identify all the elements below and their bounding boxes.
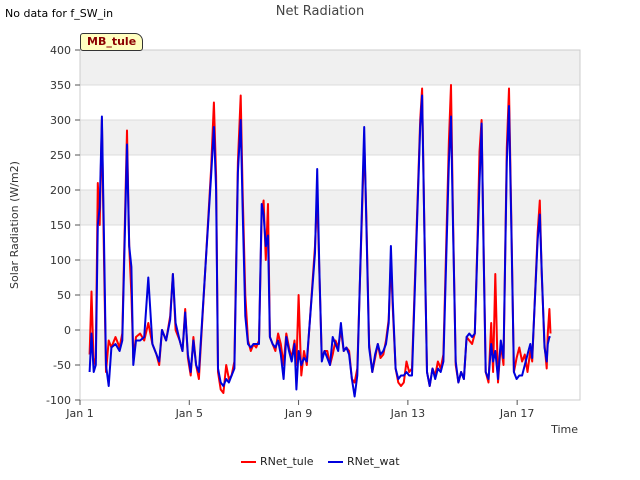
y-tick-label: 100 — [50, 254, 71, 267]
y-tick-label: -100 — [46, 394, 71, 407]
y-tick-label: 50 — [57, 289, 71, 302]
y-tick-label: 300 — [50, 114, 71, 127]
y-tick-label: 200 — [50, 184, 71, 197]
y-tick-label: -50 — [53, 359, 71, 372]
y-tick-label: 150 — [50, 219, 71, 232]
legend-label-rnet-tule: RNet_tule — [260, 455, 314, 468]
legend-label-rnet-wat: RNet_wat — [347, 455, 400, 468]
legend: RNet_tule RNet_wat — [241, 455, 400, 468]
y-tick-label: 350 — [50, 79, 71, 92]
no-data-notice: No data for f_SW_in — [5, 7, 114, 20]
x-tick-label: Jan 17 — [499, 407, 534, 420]
x-axis-ticks: Jan 1 Jan 5 Jan 9 Jan 13 Jan 17 — [65, 400, 534, 420]
x-tick-label: Jan 9 — [284, 407, 312, 420]
y-axis-label: Solar Radiation (W/m2) — [8, 161, 21, 289]
grid-band — [80, 50, 580, 85]
grid-band — [80, 120, 580, 155]
x-tick-label: Jan 5 — [175, 407, 203, 420]
x-axis-label: Time — [550, 423, 578, 436]
y-tick-label: 0 — [64, 324, 71, 337]
y-tick-label: 250 — [50, 149, 71, 162]
x-tick-label: Jan 1 — [65, 407, 93, 420]
chart-title: Net Radiation — [276, 4, 364, 19]
x-tick-label: Jan 13 — [390, 407, 425, 420]
y-tick-label: 400 — [50, 44, 71, 57]
net-radiation-chart: -100-50050100150200250300350400 Jan 1 Jan… — [8, 4, 581, 468]
site-badge: MB_tule — [80, 33, 144, 51]
y-axis-ticks: -100 -50 0 50 100 150 200 250 300 350 400 — [46, 44, 80, 407]
